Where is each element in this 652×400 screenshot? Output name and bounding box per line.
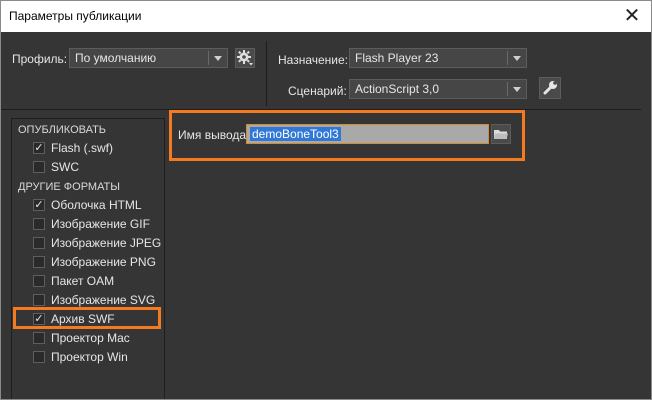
wrench-icon xyxy=(543,81,557,95)
format-label: SWC xyxy=(51,160,79,174)
format-panel: ОПУБЛИКОВАТЬ ✓ Flash (.swf) SWC ДРУГИЕ Ф… xyxy=(11,118,165,399)
publish-settings-dialog: Параметры публикации ✕ Профиль: По умолч… xyxy=(0,0,652,400)
profile-label: Профиль: xyxy=(12,52,68,66)
target-value: Flash Player 23 xyxy=(355,51,439,65)
checkbox[interactable] xyxy=(33,294,45,306)
chevron-down-icon xyxy=(513,87,521,92)
checkbox[interactable] xyxy=(33,275,45,287)
title-bar: Параметры публикации ✕ xyxy=(1,1,651,32)
format-item-png[interactable]: Изображение PNG xyxy=(33,253,161,271)
format-item-flash[interactable]: ✓ Flash (.swf) xyxy=(33,139,161,157)
close-icon[interactable]: ✕ xyxy=(621,5,643,27)
target-dropdown[interactable]: Flash Player 23 xyxy=(349,48,527,68)
checkbox[interactable]: ✓ xyxy=(33,199,45,211)
format-item-projector-win[interactable]: Проектор Win xyxy=(33,348,161,366)
checkbox[interactable] xyxy=(33,237,45,249)
browse-folder-button[interactable] xyxy=(491,124,511,144)
format-label: Изображение GIF xyxy=(51,217,150,231)
output-name-label: Имя вывода: xyxy=(178,128,250,142)
chevron-down-icon xyxy=(214,56,222,61)
profile-settings-button[interactable] xyxy=(235,48,255,68)
script-value: ActionScript 3,0 xyxy=(355,82,440,96)
format-item-jpeg[interactable]: Изображение JPEG xyxy=(33,234,161,252)
format-label: Изображение PNG xyxy=(51,255,156,269)
script-dropdown[interactable]: ActionScript 3,0 xyxy=(349,79,527,99)
format-label: Изображение SVG xyxy=(51,293,156,307)
format-label: Проектор Mac xyxy=(51,331,130,345)
chevron-down-icon xyxy=(513,56,521,61)
format-item-oam[interactable]: Пакет OAM xyxy=(33,272,161,290)
header-divider xyxy=(266,41,267,106)
format-label: Изображение JPEG xyxy=(51,236,162,250)
format-label: Проектор Win xyxy=(51,350,128,364)
swf-archive-highlight xyxy=(13,307,161,329)
format-label: Flash (.swf) xyxy=(51,141,114,155)
dropdown-separator xyxy=(507,82,508,96)
script-label: Сценарий: xyxy=(288,84,347,98)
output-name-value: demoBoneTool3 xyxy=(250,127,341,141)
output-name-input[interactable]: demoBoneTool3 xyxy=(246,124,489,144)
format-item-projector-mac[interactable]: Проектор Mac xyxy=(33,329,161,347)
checkbox[interactable] xyxy=(33,218,45,230)
checkbox[interactable] xyxy=(33,351,45,363)
format-label: Оболочка HTML xyxy=(51,198,142,212)
profile-value: По умолчанию xyxy=(75,51,157,65)
checkbox[interactable] xyxy=(33,256,45,268)
checkbox[interactable] xyxy=(33,332,45,344)
format-item-swc[interactable]: SWC xyxy=(33,158,161,176)
format-item-gif[interactable]: Изображение GIF xyxy=(33,215,161,233)
profile-dropdown[interactable]: По умолчанию xyxy=(69,48,228,68)
format-item-html-wrapper[interactable]: ✓ Оболочка HTML xyxy=(33,196,161,214)
gear-icon xyxy=(237,50,253,66)
script-settings-button[interactable] xyxy=(539,77,561,99)
checkbox[interactable] xyxy=(33,161,45,173)
dropdown-separator xyxy=(507,51,508,65)
window-title: Параметры публикации xyxy=(9,9,142,23)
format-label: Пакет OAM xyxy=(51,274,115,288)
other-formats-header: ДРУГИЕ ФОРМАТЫ xyxy=(18,181,121,193)
folder-icon xyxy=(494,130,508,139)
checkbox[interactable]: ✓ xyxy=(33,142,45,154)
target-label: Назначение: xyxy=(278,53,349,67)
publish-section-header: ОПУБЛИКОВАТЬ xyxy=(18,124,107,136)
dropdown-separator xyxy=(208,51,209,65)
